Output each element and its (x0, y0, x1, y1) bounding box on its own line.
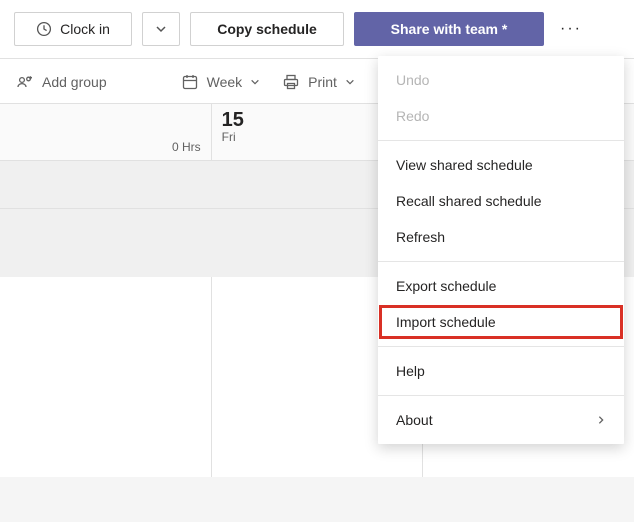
calendar-cell-prev: 0 Hrs (0, 104, 212, 160)
menu-label: Recall shared schedule (396, 193, 542, 209)
week-label: Week (207, 74, 243, 90)
printer-icon (282, 73, 300, 91)
menu-label: Undo (396, 72, 429, 88)
menu-item-import-schedule[interactable]: Import schedule (378, 304, 624, 340)
calendar-icon (181, 73, 199, 91)
menu-separator (378, 140, 624, 141)
add-group-button[interactable]: Add group (16, 73, 107, 91)
ellipsis-icon: ··· (560, 20, 582, 38)
print-label: Print (308, 74, 337, 90)
menu-label: Export schedule (396, 278, 496, 294)
menu-item-redo: Redo (378, 98, 624, 134)
menu-item-undo: Undo (378, 62, 624, 98)
top-toolbar: Clock in Copy schedule Share with team *… (0, 0, 634, 58)
menu-separator (378, 395, 624, 396)
menu-label: Help (396, 363, 425, 379)
clock-in-dropdown-button[interactable] (142, 12, 180, 46)
print-button[interactable]: Print (282, 73, 355, 91)
more-options-menu: Undo Redo View shared schedule Recall sh… (378, 56, 624, 444)
hours-label: 0 Hrs (172, 140, 201, 154)
menu-label: Import schedule (396, 314, 496, 330)
chevron-down-icon (345, 77, 355, 87)
copy-schedule-button[interactable]: Copy schedule (190, 12, 344, 46)
add-group-icon (16, 73, 34, 91)
more-options-button[interactable]: ··· (554, 12, 588, 46)
clock-icon (36, 21, 52, 37)
menu-item-view-shared[interactable]: View shared schedule (378, 147, 624, 183)
menu-item-recall-shared[interactable]: Recall shared schedule (378, 183, 624, 219)
add-group-label: Add group (42, 74, 107, 90)
menu-item-refresh[interactable]: Refresh (378, 219, 624, 255)
menu-label: View shared schedule (396, 157, 533, 173)
menu-label: Redo (396, 108, 429, 124)
chevron-down-icon (155, 23, 167, 35)
chevron-right-icon (596, 415, 606, 425)
menu-separator (378, 346, 624, 347)
menu-separator (378, 261, 624, 262)
menu-label: About (396, 412, 433, 428)
menu-item-export-schedule[interactable]: Export schedule (378, 268, 624, 304)
chevron-down-icon (250, 77, 260, 87)
clock-in-button[interactable]: Clock in (14, 12, 132, 46)
menu-label: Refresh (396, 229, 445, 245)
clock-in-label: Clock in (60, 21, 110, 37)
menu-item-help[interactable]: Help (378, 353, 624, 389)
copy-schedule-label: Copy schedule (217, 21, 317, 37)
schedule-col (0, 277, 212, 477)
share-with-team-label: Share with team * (391, 21, 508, 37)
week-selector-button[interactable]: Week (181, 73, 261, 91)
share-with-team-button[interactable]: Share with team * (354, 12, 544, 46)
menu-item-about[interactable]: About (378, 402, 624, 438)
